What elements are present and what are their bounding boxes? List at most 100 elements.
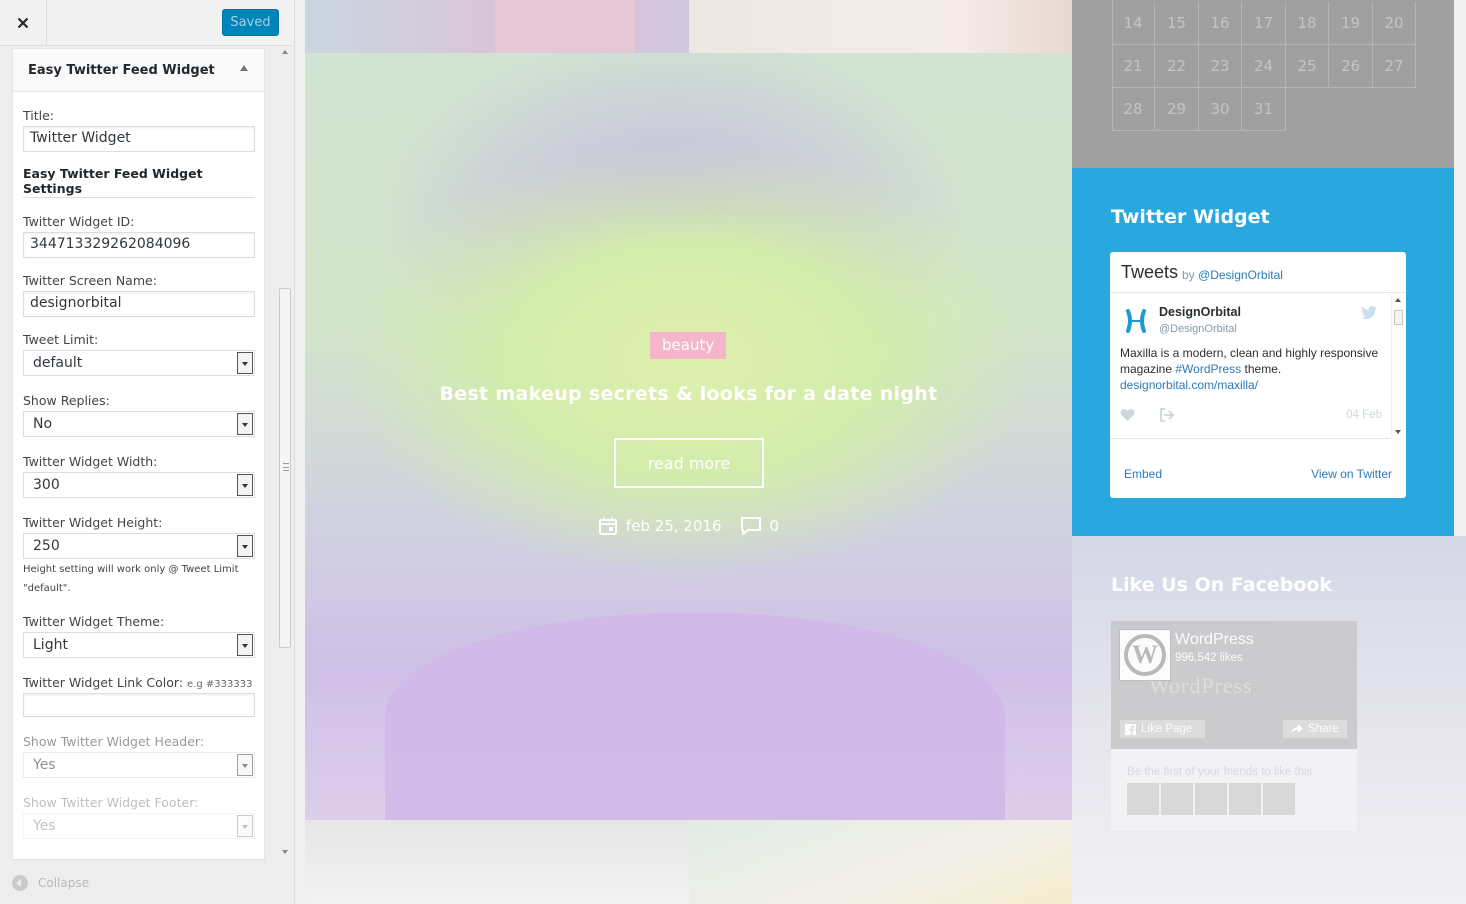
title-label: Title: [23,108,54,123]
widget-id-label: Twitter Widget ID: [23,214,135,229]
collapse-arrow-icon[interactable] [240,65,248,71]
width-select[interactable]: 300 [23,472,255,498]
featured-post: beauty Best makeup secrets & looks for a… [305,53,1072,820]
friend-avatar[interactable] [1263,783,1295,815]
timeline-by: by @DesignOrbital [1182,268,1283,282]
scroll-thumb[interactable] [1394,310,1403,325]
post-thumbnail[interactable] [305,820,689,904]
widget-title-bar[interactable]: Easy Twitter Feed Widget [13,49,264,92]
scroll-up-icon[interactable] [282,50,288,54]
timeline-scrollbar[interactable] [1391,294,1405,439]
wordpress-logo-icon[interactable]: W [1119,629,1171,681]
scroll-thumb[interactable] [279,288,291,648]
post-thumbnail[interactable] [689,0,1072,53]
width-value: 300 [33,477,60,493]
height-select[interactable]: 250 [23,533,255,559]
calendar-day[interactable]: 25 [1286,45,1329,88]
calendar-day[interactable]: 14 [1112,2,1155,45]
friend-avatar[interactable] [1229,783,1261,815]
facebook-icon [1125,723,1136,735]
calendar-day[interactable]: 17 [1242,2,1286,45]
friend-avatar[interactable] [1161,783,1193,815]
tweet-limit-label: Tweet Limit: [23,332,99,347]
height-help-line-1: Height setting will work only @ Tweet Li… [23,564,239,575]
tweet-limit-select[interactable]: default [23,350,255,376]
calendar-day[interactable]: 18 [1286,2,1329,45]
close-customizer-button[interactable] [0,0,47,46]
theme-select[interactable]: Light [23,632,255,658]
post-meta: feb 25, 2016 0 [305,516,1072,536]
site-preview: beauty Best makeup secrets & looks for a… [295,0,1466,904]
post-thumbnail[interactable] [305,0,689,53]
post-thumbnail[interactable] [689,820,1072,904]
post-comments[interactable]: 0 [740,516,779,536]
friend-avatar[interactable] [1127,783,1159,815]
embed-link[interactable]: Embed [1124,467,1162,481]
tweet-actions: 04 Feb [1120,408,1390,424]
calendar-day[interactable]: 20 [1373,2,1416,45]
show-footer-select[interactable]: Yes [23,813,255,839]
share-icon[interactable] [1159,408,1175,422]
by-handle-link[interactable]: @DesignOrbital [1198,268,1283,282]
link-color-input[interactable] [23,693,255,717]
like-page-button[interactable]: Like Page [1119,719,1206,739]
read-more-button[interactable]: read more [614,438,764,488]
calendar-day[interactable]: 26 [1329,45,1373,88]
tweet-author-name[interactable]: DesignOrbital [1159,305,1241,319]
heart-icon[interactable] [1120,408,1135,422]
dropdown-arrow-icon [237,634,253,656]
dropdown-arrow-icon [237,352,253,374]
tweet-date[interactable]: 04 Feb [1346,409,1382,421]
calendar-day[interactable]: 24 [1242,45,1286,88]
designorbital-logo-icon[interactable] [1123,308,1149,334]
show-header-select[interactable]: Yes [23,752,255,778]
close-icon [17,17,29,29]
friend-avatar[interactable] [1195,783,1227,815]
collapse-button[interactable]: Collapse [12,872,89,894]
by-label: by [1182,268,1195,282]
post-title[interactable]: Best makeup secrets & looks for a date n… [305,383,1072,405]
scroll-up-icon[interactable] [1395,298,1401,302]
show-replies-select[interactable]: No [23,411,255,437]
hashtag-link[interactable]: #WordPress [1175,362,1241,376]
save-button[interactable]: Saved [222,9,279,36]
category-tag[interactable]: beauty [650,332,727,359]
hero-overlay [305,53,1072,820]
facebook-widget: Like Us On Facebook WordPress W WordPres… [1072,536,1466,904]
view-on-twitter-link[interactable]: View on Twitter [1311,467,1392,481]
calendar-day[interactable]: 23 [1199,45,1242,88]
tweet-url-link[interactable]: designorbital.com/maxilla/ [1120,378,1258,392]
facebook-page-likes: 996,542 likes [1175,652,1243,664]
customizer-sidebar: Saved Easy Twitter Feed Widget Title: Tw… [0,0,295,904]
calendar-day[interactable]: 30 [1199,88,1242,131]
scroll-down-icon[interactable] [1395,430,1401,434]
tweet-author-handle[interactable]: @DesignOrbital [1159,323,1237,335]
share-button[interactable]: Share [1282,719,1348,739]
calendar-day[interactable]: 28 [1112,88,1155,131]
facebook-page-name[interactable]: WordPress [1175,631,1254,649]
collapse-label: Collapse [38,876,89,890]
calendar-day[interactable]: 15 [1155,2,1199,45]
settings-heading: Easy Twitter Feed Widget Settings [23,166,203,196]
title-input[interactable]: Twitter Widget [23,126,255,152]
calendar-day[interactable]: 27 [1373,45,1416,88]
calendar-day[interactable]: 29 [1155,88,1199,131]
calendar-day[interactable]: 22 [1155,45,1199,88]
comment-icon [740,517,761,535]
calendar-day[interactable]: 21 [1112,45,1155,88]
collapse-icon [12,875,28,891]
screen-name-input[interactable]: designorbital [23,291,255,317]
calendar-day[interactable]: 31 [1242,88,1286,131]
width-label: Twitter Widget Width: [23,454,158,469]
like-page-label: Like Page [1141,723,1193,735]
site-sidebar: 14 15 16 17 18 19 20 21 22 23 24 25 26 27 28 29 30 31 Twi… [1072,0,1466,904]
calendar-day[interactable]: 16 [1199,2,1242,45]
widget-id-input[interactable]: 344713329262084096 [23,232,255,258]
panel-scrollbar[interactable] [278,46,294,860]
scroll-down-icon[interactable] [282,850,288,854]
twitter-bird-icon[interactable] [1361,306,1377,319]
wordpress-w-icon: W [1124,634,1166,676]
share-label: Share [1308,723,1339,735]
screen-name-label: Twitter Screen Name: [23,273,157,288]
calendar-day[interactable]: 19 [1329,2,1373,45]
